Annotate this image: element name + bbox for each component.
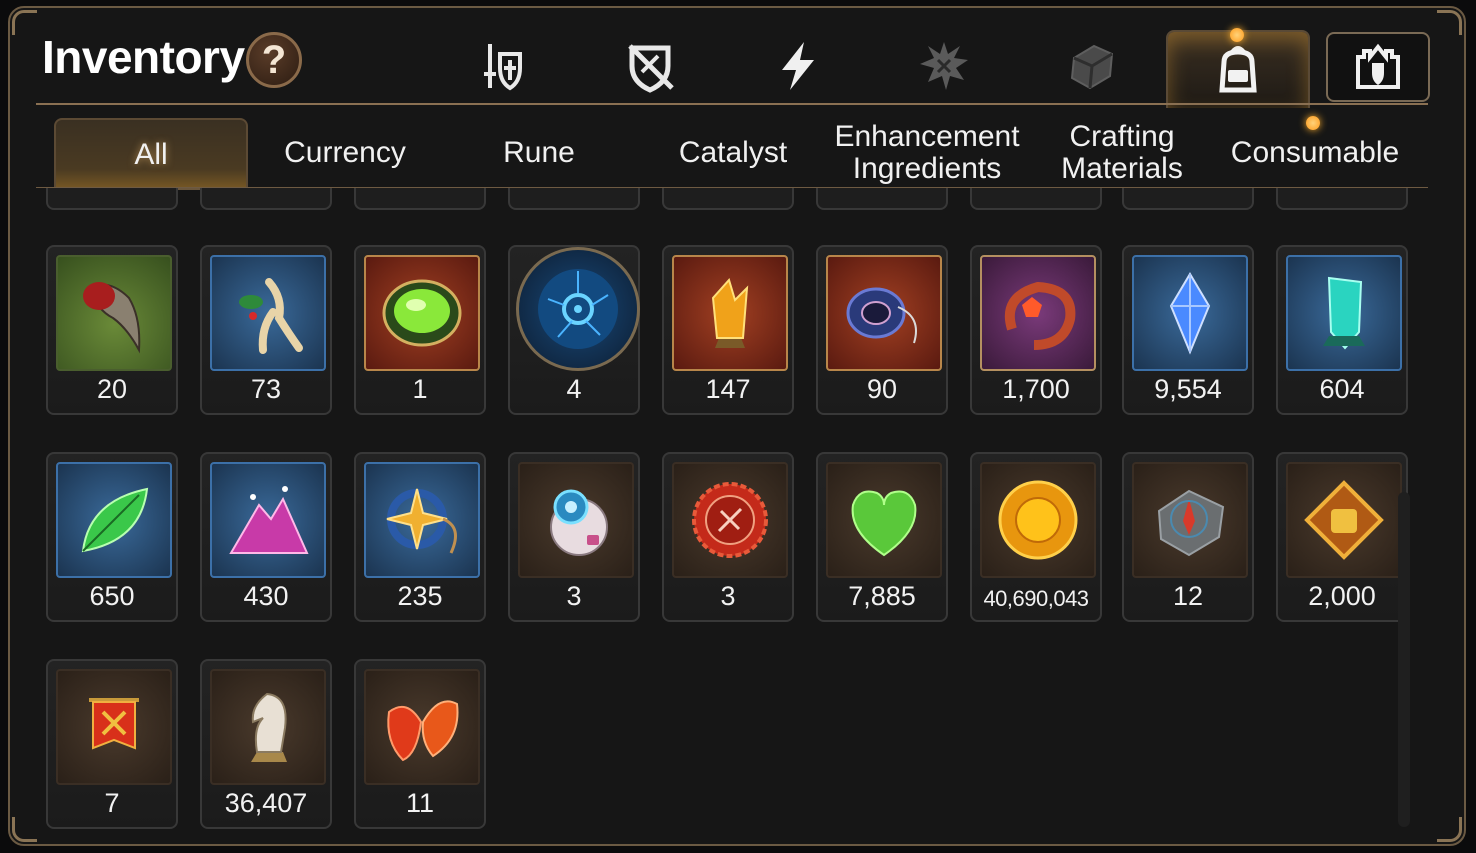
- item-slot[interactable]: 20: [46, 245, 178, 415]
- item-slot[interactable]: 36,407: [200, 659, 332, 829]
- beast-claw-icon: [56, 255, 172, 371]
- item-count: 90: [866, 374, 898, 404]
- item-slot[interactable]: 73: [200, 245, 332, 415]
- item-slot[interactable]: 147: [662, 245, 794, 415]
- item-slot[interactable]: 12: [1122, 452, 1254, 622]
- green-leaf-icon: [56, 462, 172, 578]
- item-slot[interactable]: 90: [816, 245, 948, 415]
- green-orb-icon: [364, 255, 480, 371]
- frame-corner: [1437, 10, 1462, 35]
- item-count: 650: [89, 581, 135, 611]
- item-slot-partial[interactable]: [1276, 188, 1408, 210]
- item-count: 11: [405, 788, 435, 818]
- stone-compass-icon: [1132, 462, 1248, 578]
- item-count: 3: [566, 581, 582, 611]
- item-slot[interactable]: 3: [662, 452, 794, 622]
- tab-enhancement-ingredients[interactable]: Enhancement Ingredients: [832, 118, 1022, 188]
- ginseng-root-icon: [210, 255, 326, 371]
- blue-rune-disc-icon: [516, 247, 640, 371]
- war-banner-icon: [56, 669, 172, 785]
- knight-chess-icon: [210, 669, 326, 785]
- item-slot[interactable]: 604: [1276, 245, 1408, 415]
- item-count: 147: [705, 374, 751, 404]
- blue-amulet-icon: [826, 255, 942, 371]
- item-count: 235: [397, 581, 443, 611]
- item-count: 20: [96, 374, 128, 404]
- item-slot[interactable]: 40,690,043: [970, 452, 1102, 622]
- page-title: Inventory: [42, 31, 245, 83]
- splash-emblem-icon[interactable]: [912, 34, 976, 98]
- item-slot[interactable]: 650: [46, 452, 178, 622]
- item-count: 604: [1319, 374, 1365, 404]
- cube-icon[interactable]: [1060, 34, 1124, 98]
- item-count: 2,000: [1308, 581, 1376, 611]
- item-slot-partial[interactable]: [354, 188, 486, 210]
- frame-corner: [12, 10, 37, 35]
- item-count: 7,885: [848, 581, 916, 611]
- item-slot-partial[interactable]: [970, 188, 1102, 210]
- cyan-crystal-icon: [1286, 255, 1402, 371]
- item-slot[interactable]: 1,700: [970, 245, 1102, 415]
- amber-crystal-icon: [672, 255, 788, 371]
- item-count: 1: [412, 374, 428, 404]
- item-slot-partial[interactable]: [816, 188, 948, 210]
- item-slot[interactable]: 4: [508, 245, 640, 415]
- star-pendant-icon: [364, 462, 480, 578]
- tab-crafting-materials[interactable]: Crafting Materials: [1044, 118, 1200, 188]
- item-slot[interactable]: 9,554: [1122, 245, 1254, 415]
- help-button[interactable]: ?: [246, 32, 302, 88]
- lightning-icon[interactable]: [766, 34, 830, 98]
- item-slot[interactable]: 1: [354, 245, 486, 415]
- item-slot[interactable]: 3: [508, 452, 640, 622]
- blue-gem-icon: [1132, 255, 1248, 371]
- gold-coin-icon: [980, 462, 1096, 578]
- item-count: 7: [104, 788, 120, 818]
- item-count: 9,554: [1154, 374, 1222, 404]
- item-slot-partial[interactable]: [508, 188, 640, 210]
- tab-catalyst[interactable]: Catalyst: [638, 118, 828, 188]
- crossed-shield-icon[interactable]: [618, 34, 682, 98]
- item-count: 40,690,043: [983, 586, 1089, 611]
- header-divider: [36, 103, 1428, 105]
- item-slot[interactable]: 7,885: [816, 452, 948, 622]
- backpack-icon: [1219, 46, 1257, 93]
- item-slot-partial[interactable]: [200, 188, 332, 210]
- item-count: 430: [243, 581, 289, 611]
- pink-powder-icon: [210, 462, 326, 578]
- item-count: 4: [566, 374, 582, 404]
- item-slot[interactable]: 235: [354, 452, 486, 622]
- notification-dot: [1306, 116, 1320, 130]
- tab-all[interactable]: All: [54, 118, 248, 190]
- tab-currency[interactable]: Currency: [250, 118, 440, 188]
- frame-corner: [12, 817, 37, 842]
- item-slot[interactable]: 430: [200, 452, 332, 622]
- item-count: 3: [720, 581, 736, 611]
- guild-castle-icon[interactable]: [1326, 32, 1430, 102]
- flame-ring-icon: [980, 255, 1096, 371]
- fist-emblem-icon: [1286, 462, 1402, 578]
- item-slot-partial[interactable]: [46, 188, 178, 210]
- item-slot-partial[interactable]: [1122, 188, 1254, 210]
- category-tabs: All Currency Rune Catalyst Enhancement I…: [54, 118, 1424, 190]
- item-slot[interactable]: 2,000: [1276, 452, 1408, 622]
- autumn-leaf-icon: [364, 669, 480, 785]
- item-slot[interactable]: 7: [46, 659, 178, 829]
- red-badge-icon: [672, 462, 788, 578]
- item-count: 36,407: [224, 788, 308, 818]
- tab-rune[interactable]: Rune: [444, 118, 634, 188]
- robot-orb-icon: [518, 462, 634, 578]
- green-heart-icon: [826, 462, 942, 578]
- frame-corner: [1437, 817, 1462, 842]
- sword-shield-icon[interactable]: [470, 34, 534, 98]
- notification-dot: [1230, 28, 1244, 42]
- item-count: 73: [250, 374, 282, 404]
- item-count: 1,700: [1002, 374, 1070, 404]
- item-count: 12: [1172, 581, 1204, 611]
- item-slot-partial[interactable]: [662, 188, 794, 210]
- scrollbar[interactable]: [1398, 492, 1410, 827]
- item-slot[interactable]: 11: [354, 659, 486, 829]
